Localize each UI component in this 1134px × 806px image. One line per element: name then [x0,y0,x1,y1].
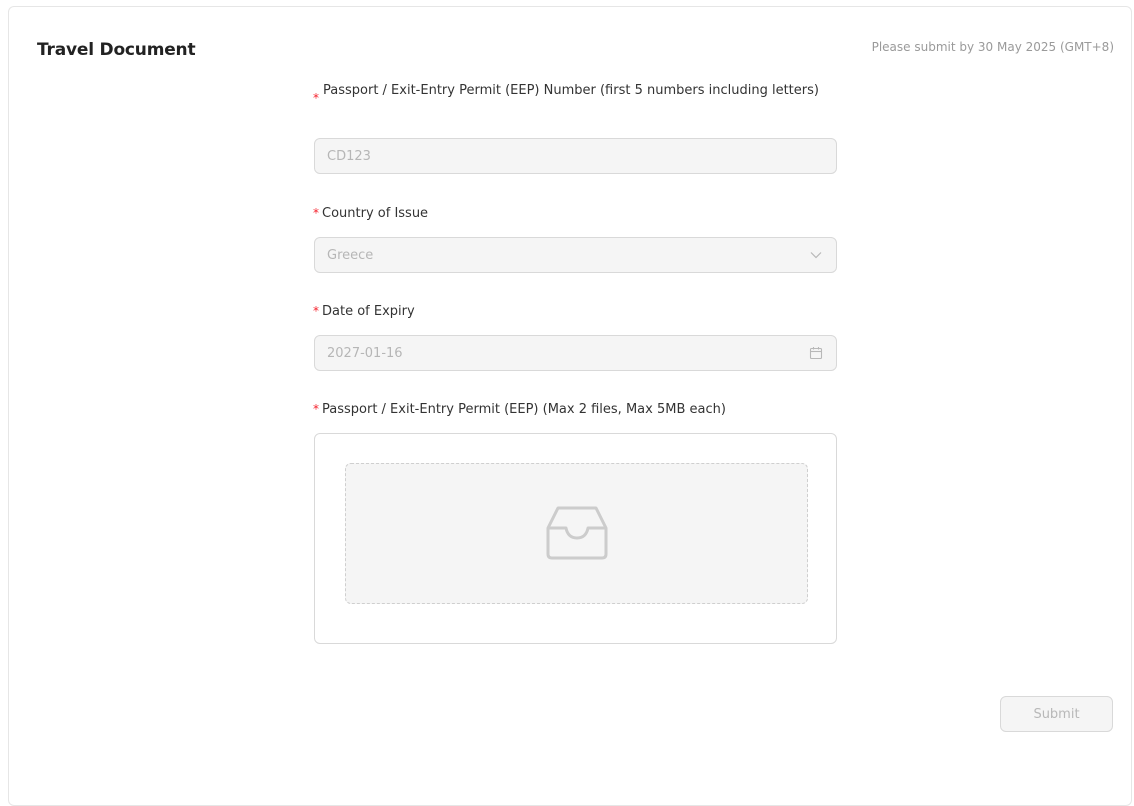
passport-number-value: CD123 [327,148,371,164]
submission-deadline: Please submit by 30 May 2025 (GMT+8) [871,40,1114,54]
country-of-issue-label-text: Country of Issue [322,206,429,221]
country-of-issue-value: Greece [327,247,374,263]
date-of-expiry-picker[interactable]: 2027-01-16 [314,335,837,371]
required-mark: * [313,206,319,220]
required-mark: * [313,402,319,416]
country-of-issue-label: * Country of Issue [313,203,837,224]
country-of-issue-select[interactable]: Greece [314,237,837,273]
passport-number-label-text: Passport / Exit-Entry Permit (EEP) Numbe… [323,83,819,98]
chevron-down-icon [808,247,824,263]
passport-number-input[interactable]: CD123 [314,138,837,174]
passport-upload-label: * Passport / Exit-Entry Permit (EEP) (Max… [313,399,837,420]
file-dropzone[interactable] [345,463,808,604]
passport-number-label: * Passport / Exit-Entry Permit (EEP) Num… [313,80,837,105]
date-of-expiry-value: 2027-01-16 [327,345,403,361]
submit-button[interactable]: Submit [1000,696,1113,732]
required-mark: * [313,91,319,105]
date-of-expiry-label: * Date of Expiry [313,301,837,322]
date-of-expiry-label-text: Date of Expiry [322,304,415,319]
section-title: Travel Document [37,40,196,60]
passport-upload-area [314,433,837,644]
inbox-icon [544,502,610,566]
passport-upload-label-text: Passport / Exit-Entry Permit (EEP) (Max … [322,402,726,417]
calendar-icon [808,345,824,361]
required-mark: * [313,304,319,318]
